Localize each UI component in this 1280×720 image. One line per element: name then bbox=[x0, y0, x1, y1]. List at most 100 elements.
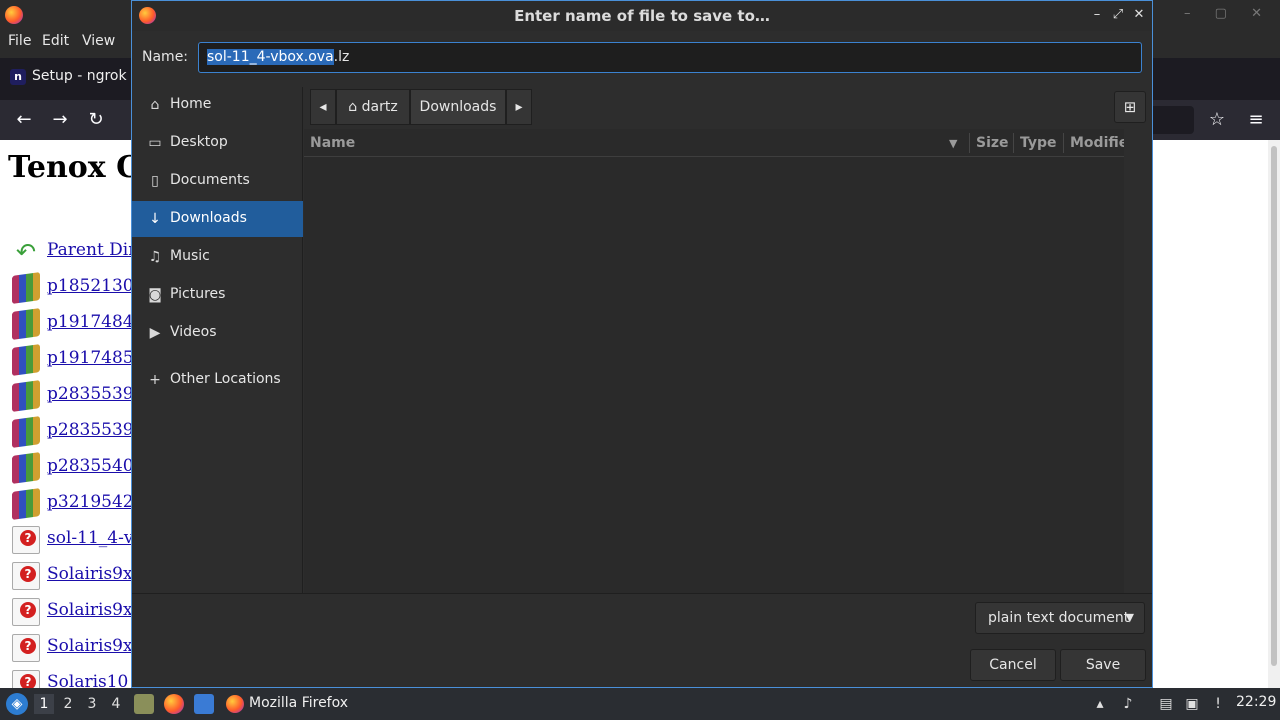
column-separator bbox=[969, 133, 970, 153]
file-link[interactable]: p1917484 bbox=[47, 312, 134, 332]
archive-icon bbox=[12, 488, 40, 520]
path-downloads-label: Downloads bbox=[419, 99, 497, 115]
file-manager-icon[interactable] bbox=[134, 694, 154, 714]
filename-selected-text: sol-11_4-vbox.ova bbox=[207, 49, 334, 65]
filename-input[interactable]: sol-11_4-vbox.ova.lz bbox=[198, 42, 1142, 73]
path-forward-arrow-icon[interactable]: ▸ bbox=[506, 89, 532, 125]
column-modified[interactable]: Modifie bbox=[1070, 135, 1128, 151]
bookmark-star-icon[interactable]: ☆ bbox=[1205, 108, 1229, 132]
home-icon: ⌂ bbox=[348, 99, 362, 115]
file-type-filter-select[interactable]: plain text document ▼ bbox=[975, 602, 1145, 634]
clipboard-icon[interactable]: ▤ bbox=[1156, 694, 1176, 714]
file-link[interactable]: Solairis9x8 bbox=[47, 600, 143, 620]
firefox-launcher-icon[interactable] bbox=[164, 694, 184, 714]
file-link[interactable]: Solairis9x8 bbox=[47, 636, 143, 656]
sidebar-item-pictures[interactable]: ◙ Pictures bbox=[132, 277, 303, 313]
desktop-show-icon[interactable] bbox=[194, 694, 214, 714]
sidebar-item-desktop[interactable]: ▭ Desktop bbox=[132, 125, 303, 161]
list-item: Solairis9x8 bbox=[12, 632, 143, 666]
tray-up-icon[interactable]: ▴ bbox=[1090, 694, 1110, 714]
parent-dir-icon: ↶ bbox=[15, 238, 37, 266]
sort-down-icon[interactable]: ▼ bbox=[949, 137, 957, 150]
maximize-icon[interactable]: ⤢ bbox=[1109, 6, 1127, 24]
dialog-titlebar[interactable]: Enter name of file to save to… – ⤢ ✕ bbox=[132, 1, 1152, 31]
workspace-2[interactable]: 2 bbox=[58, 694, 78, 714]
notification-icon[interactable]: ! bbox=[1208, 694, 1228, 714]
file-link[interactable]: p2835540 bbox=[47, 456, 134, 476]
close-icon[interactable]: ✕ bbox=[1130, 6, 1148, 24]
unknown-file-icon bbox=[12, 526, 40, 554]
sidebar-item-home[interactable]: ⌂ Home bbox=[132, 87, 303, 123]
file-list[interactable]: Name ▼ Size Type Modifie bbox=[304, 129, 1128, 593]
list-item: p1852130 bbox=[12, 272, 142, 306]
dialog-title: Enter name of file to save to… bbox=[514, 7, 770, 25]
sidebar-item-videos[interactable]: ▶ Videos bbox=[132, 315, 303, 351]
sidebar-item-downloads[interactable]: ↓ Downloads bbox=[132, 201, 303, 237]
cancel-button[interactable]: Cancel bbox=[970, 649, 1056, 681]
task-firefox[interactable]: Mozilla Firefox bbox=[222, 690, 362, 718]
path-button-downloads[interactable]: Downloads bbox=[410, 89, 506, 125]
file-list-scrollbar[interactable] bbox=[1124, 129, 1152, 593]
column-name[interactable]: Name bbox=[310, 135, 355, 151]
tab-setup-ngrok[interactable]: n Setup - ngrok bbox=[0, 58, 150, 98]
back-icon[interactable]: ← bbox=[12, 108, 36, 132]
sidebar-item-music[interactable]: ♫ Music bbox=[132, 239, 303, 275]
sidebar-item-other-locations[interactable]: + Other Locations bbox=[132, 362, 303, 398]
sidebar-item-label: Desktop bbox=[170, 134, 228, 150]
forward-icon[interactable]: → bbox=[48, 108, 72, 132]
workspace-1[interactable]: 1 bbox=[34, 694, 54, 714]
list-item: p1917484 bbox=[12, 308, 142, 342]
task-label: Mozilla Firefox bbox=[249, 695, 349, 711]
file-link[interactable]: Solairis9x8 bbox=[47, 564, 143, 584]
workspace-4[interactable]: 4 bbox=[106, 694, 126, 714]
file-link[interactable]: p2835539 bbox=[47, 384, 134, 404]
archive-icon bbox=[12, 308, 40, 340]
column-size[interactable]: Size bbox=[976, 135, 1009, 151]
file-link[interactable]: p3219542 bbox=[47, 492, 134, 512]
downloads-icon: ↓ bbox=[149, 211, 161, 227]
firefox-logo-icon bbox=[5, 6, 23, 24]
pictures-icon: ◙ bbox=[148, 287, 162, 303]
page-scrollbar[interactable] bbox=[1268, 140, 1280, 688]
plus-icon: + bbox=[149, 372, 161, 388]
firefox-window-controls[interactable]: – ▢ ✕ bbox=[1184, 6, 1272, 21]
file-link[interactable]: Solaris10 bbox=[47, 672, 128, 688]
url-bar[interactable] bbox=[1150, 106, 1194, 134]
page-title: Tenox C bbox=[8, 150, 140, 185]
path-back-arrow-icon[interactable]: ◂ bbox=[310, 89, 336, 125]
scrollbar-thumb[interactable] bbox=[1271, 146, 1277, 666]
start-menu-icon[interactable]: ◈ bbox=[6, 693, 28, 715]
places-sidebar: ⌂ Home ▭ Desktop ▯ Documents ↓ Downloads ♫ Music ◙… bbox=[132, 87, 303, 593]
clock: 22:29 bbox=[1236, 694, 1277, 710]
file-list-header: Name ▼ Size Type Modifie bbox=[304, 129, 1128, 157]
unknown-file-icon bbox=[12, 634, 40, 662]
file-link[interactable]: p1852130 bbox=[47, 276, 134, 296]
new-folder-button[interactable]: ⊞ bbox=[1114, 91, 1146, 123]
path-button-home[interactable]: ⌂ dartz bbox=[336, 89, 410, 125]
archive-icon bbox=[12, 272, 40, 304]
volume-icon[interactable]: ♪ bbox=[1118, 694, 1138, 714]
sidebar-item-label: Music bbox=[170, 248, 210, 264]
file-link[interactable]: p1917485 bbox=[47, 348, 134, 368]
workspace-3[interactable]: 3 bbox=[82, 694, 102, 714]
home-icon: ⌂ bbox=[150, 97, 160, 113]
menu-hamburger-icon[interactable]: ≡ bbox=[1244, 108, 1268, 132]
network-icon[interactable]: ▣ bbox=[1182, 694, 1202, 714]
column-type[interactable]: Type bbox=[1020, 135, 1057, 151]
menu-file[interactable]: File bbox=[8, 33, 31, 49]
list-item: p2835539 bbox=[12, 416, 142, 450]
minimize-icon[interactable]: – bbox=[1088, 6, 1106, 24]
sidebar-item-documents[interactable]: ▯ Documents bbox=[132, 163, 303, 199]
ngrok-icon: n bbox=[10, 69, 26, 85]
path-home-label: dartz bbox=[361, 99, 398, 115]
file-link[interactable]: Parent Dir bbox=[47, 240, 136, 260]
reload-icon[interactable]: ↻ bbox=[84, 108, 108, 132]
column-separator bbox=[1013, 133, 1014, 153]
new-folder-icon: ⊞ bbox=[1123, 98, 1137, 116]
file-link[interactable]: sol-11_4-v bbox=[47, 528, 133, 548]
unknown-file-icon bbox=[12, 670, 40, 688]
save-button[interactable]: Save bbox=[1060, 649, 1146, 681]
menu-view[interactable]: View bbox=[82, 33, 115, 49]
menu-edit[interactable]: Edit bbox=[42, 33, 69, 49]
file-link[interactable]: p2835539 bbox=[47, 420, 134, 440]
